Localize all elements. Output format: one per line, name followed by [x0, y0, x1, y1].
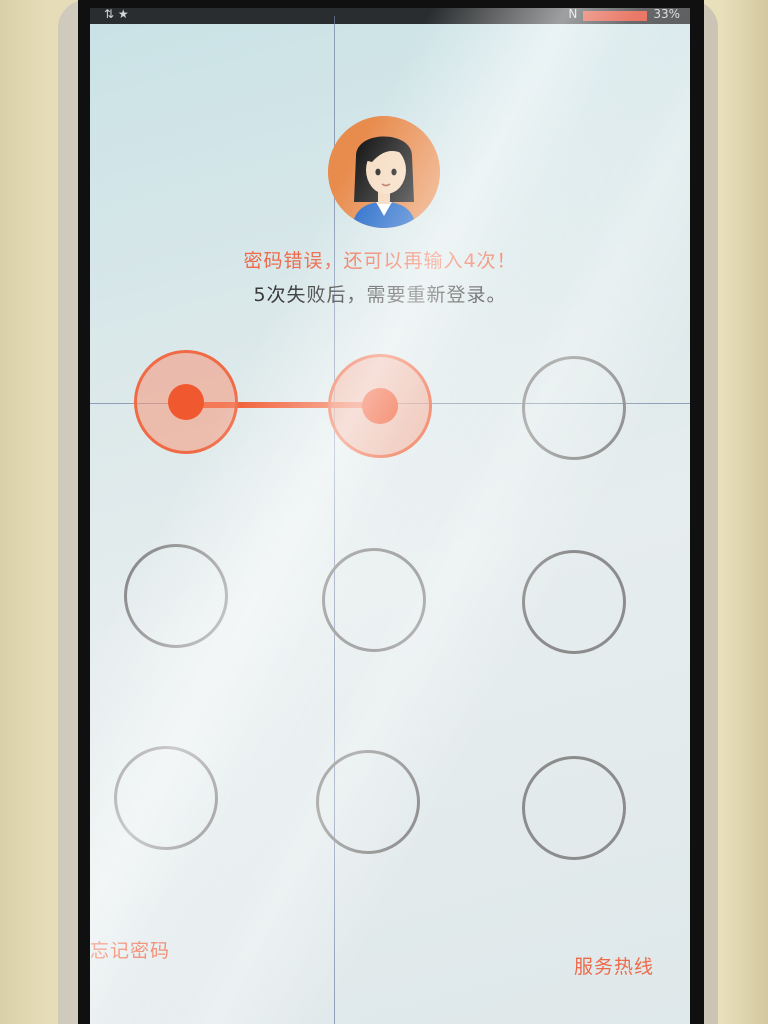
- pattern-dot-1[interactable]: [134, 350, 238, 454]
- pattern-grid[interactable]: [90, 8, 690, 1024]
- pattern-dot-8[interactable]: [316, 750, 420, 854]
- pattern-dot-2[interactable]: [328, 354, 432, 458]
- lock-screen: ⇅ ★ N 33% 密码错误，还可以再输入4次！ 5次失败后，需要重新登录。 忘…: [90, 8, 690, 1024]
- pattern-dot-7[interactable]: [114, 746, 218, 850]
- forgot-password-link[interactable]: 忘记密码: [90, 936, 170, 963]
- pattern-dot-core: [362, 388, 398, 424]
- pattern-dot-9[interactable]: [522, 756, 626, 860]
- pattern-dot-core: [168, 384, 204, 420]
- service-hotline-link[interactable]: 服务热线: [574, 952, 654, 979]
- pattern-dot-6[interactable]: [522, 550, 626, 654]
- pattern-dot-3[interactable]: [522, 356, 626, 460]
- pattern-dot-5[interactable]: [322, 548, 426, 652]
- pattern-dot-4[interactable]: [124, 544, 228, 648]
